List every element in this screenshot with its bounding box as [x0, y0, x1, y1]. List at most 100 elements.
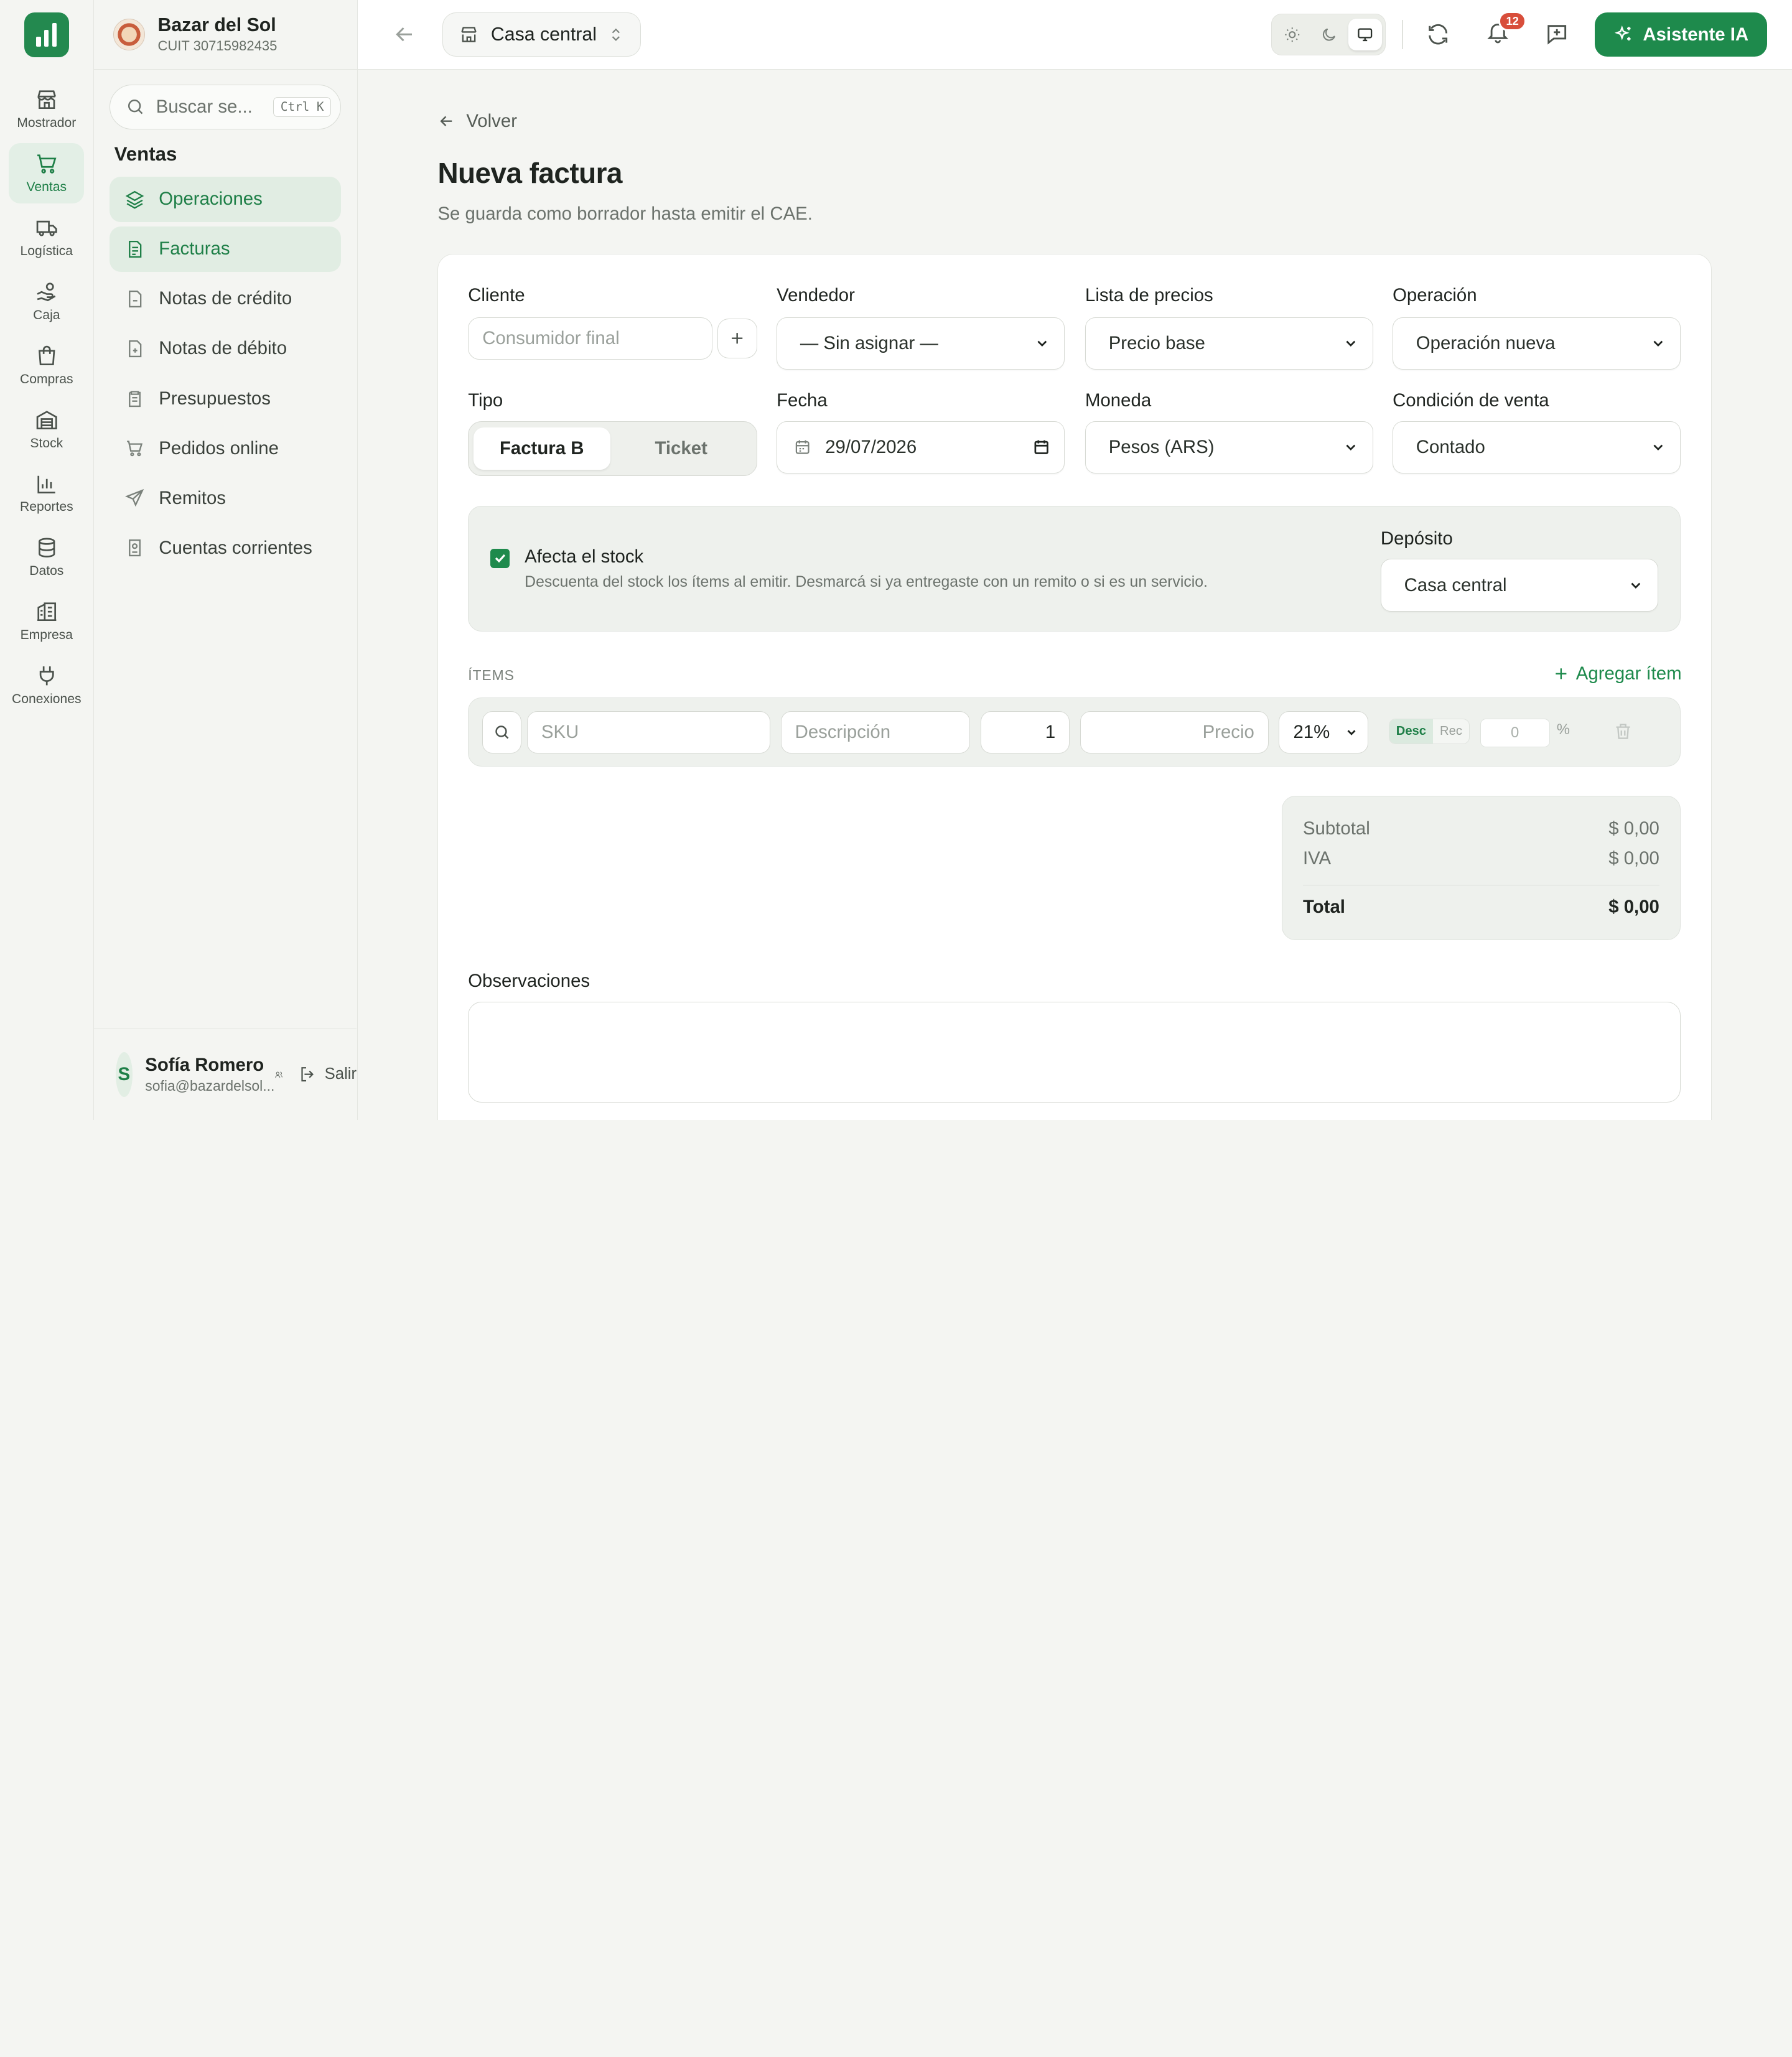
- afecta-stock-checkbox[interactable]: [490, 548, 510, 568]
- check-icon: [495, 554, 505, 563]
- rail-item-datos[interactable]: Datos: [9, 527, 84, 587]
- sidebar-item-remitos[interactable]: Remitos: [110, 475, 341, 521]
- rail-item-label: Ventas: [26, 180, 67, 195]
- cart-icon: [37, 154, 57, 174]
- rail-item-compras[interactable]: Compras: [9, 335, 84, 395]
- back-label: Volver: [466, 111, 517, 132]
- clipboard-icon: [129, 391, 141, 408]
- rail-item-mostrador[interactable]: Mostrador: [9, 79, 84, 139]
- total-value: $ 0,00: [1608, 897, 1659, 918]
- bar-chart-icon: [37, 475, 55, 493]
- calendar-picker-icon[interactable]: [1032, 438, 1050, 456]
- topbar: Casa central 12 Asistente IA: [357, 0, 1792, 70]
- item-search-button[interactable]: [482, 711, 521, 753]
- sidebar-item-notas-credito[interactable]: Notas de crédito: [110, 276, 341, 322]
- cash-hand-icon: [37, 282, 55, 302]
- sparkles-icon: [1614, 25, 1631, 41]
- vendedor-select[interactable]: — Sin asignar —: [777, 317, 1065, 370]
- rail-item-label: Datos: [29, 564, 64, 579]
- database-icon: [38, 538, 55, 558]
- search-input[interactable]: Buscar se... Ctrl K: [110, 84, 342, 129]
- sidebar-item-cuentas-corrientes[interactable]: Cuentas corrientes: [110, 525, 341, 571]
- back-link[interactable]: Volver: [437, 111, 1712, 132]
- sidebar-item-operaciones[interactable]: Operaciones: [110, 176, 342, 222]
- org-logo: [113, 18, 146, 51]
- storefront-icon: [37, 90, 56, 110]
- rail-item-stock[interactable]: Stock: [9, 399, 84, 459]
- item-discount-input[interactable]: 0: [1480, 719, 1550, 748]
- message-plus-icon[interactable]: [1544, 22, 1569, 47]
- rail-item-ventas[interactable]: Ventas: [9, 142, 85, 203]
- item-description-input[interactable]: Descripción: [780, 711, 971, 753]
- user-name: Sofía Romero: [145, 1054, 264, 1075]
- sidebar-item-pedidos-online[interactable]: Pedidos online: [110, 426, 341, 471]
- avatar[interactable]: S: [115, 1052, 133, 1097]
- subtotal-value: $ 0,00: [1608, 818, 1659, 839]
- chevron-down-icon: [1037, 340, 1047, 347]
- condicion-label: Condición de venta: [1393, 390, 1549, 411]
- moon-icon: [1322, 28, 1335, 41]
- observaciones-textarea[interactable]: [468, 1001, 1681, 1103]
- rail-item-caja[interactable]: Caja: [9, 271, 84, 331]
- moneda-select[interactable]: Pesos (ARS): [1085, 421, 1373, 474]
- item-sku-input[interactable]: SKU: [526, 711, 771, 753]
- cliente-label: Cliente: [468, 285, 525, 306]
- rail-item-label: Mostrador: [17, 116, 77, 131]
- trash-icon[interactable]: [1613, 721, 1633, 742]
- tipo-segmented-control: Factura B Ticket: [468, 421, 757, 477]
- lista-precios-select[interactable]: Precio base: [1085, 317, 1373, 370]
- add-item-button[interactable]: Agregar ítem: [1553, 663, 1682, 684]
- arrow-left-icon[interactable]: [392, 22, 417, 47]
- rail-item-logistica[interactable]: Logística: [9, 207, 84, 267]
- section-title: Ventas: [114, 142, 177, 165]
- branch-selector[interactable]: Casa central: [442, 12, 641, 57]
- sidebar-item-label: Operaciones: [159, 189, 263, 210]
- fecha-label: Fecha: [777, 390, 828, 411]
- theme-dark-button[interactable]: [1312, 19, 1345, 50]
- sidebar-item-notas-debito[interactable]: Notas de débito: [110, 326, 341, 371]
- discount-surcharge-toggle: Desc Rec: [1388, 719, 1470, 744]
- cliente-input[interactable]: Consumidor final: [468, 317, 713, 360]
- rail-item-reportes[interactable]: Reportes: [9, 463, 84, 523]
- operacion-value: Operación nueva: [1416, 332, 1556, 353]
- main-area: Casa central 12 Asistente IA Volver Nuev…: [357, 0, 1792, 1120]
- warehouse-icon: [36, 410, 57, 429]
- condicion-select[interactable]: Contado: [1393, 421, 1681, 474]
- page-subtitle: Se guarda como borrador hasta emitir el …: [437, 203, 813, 224]
- deposito-select[interactable]: Casa central: [1380, 559, 1659, 612]
- fecha-input[interactable]: 29/07/2026: [777, 421, 1065, 474]
- item-iva-select[interactable]: 21%: [1279, 711, 1368, 753]
- ai-assistant-label: Asistente IA: [1643, 24, 1749, 45]
- org-header[interactable]: Bazar del Sol CUIT 30715982435: [93, 0, 357, 70]
- chevron-down-icon: [1346, 444, 1356, 451]
- theme-light-button[interactable]: [1276, 19, 1309, 50]
- chevron-down-icon: [1347, 729, 1356, 735]
- user-email: sofia@bazardelsol...: [145, 1078, 275, 1094]
- sidebar-item-presupuestos[interactable]: Presupuestos: [110, 376, 341, 421]
- tipo-factura-b[interactable]: Factura B: [473, 427, 610, 470]
- users-icon[interactable]: [274, 1063, 283, 1086]
- ai-assistant-button[interactable]: Asistente IA: [1595, 12, 1767, 57]
- surcharge-option[interactable]: Rec: [1433, 719, 1469, 743]
- tipo-ticket[interactable]: Ticket: [610, 427, 752, 470]
- logout-button[interactable]: Salir: [298, 1065, 357, 1084]
- theme-system-button[interactable]: [1348, 18, 1382, 51]
- app-logo-icon[interactable]: [24, 12, 69, 57]
- operacion-select[interactable]: Operación nueva: [1393, 317, 1681, 370]
- refresh-icon[interactable]: [1426, 22, 1450, 47]
- add-client-button[interactable]: [717, 318, 757, 358]
- item-quantity-input[interactable]: 1: [981, 711, 1070, 753]
- plug-icon: [39, 666, 54, 686]
- discount-option[interactable]: Desc: [1389, 719, 1434, 744]
- rail-item-conexiones[interactable]: Conexiones: [9, 655, 84, 715]
- rail-item-empresa[interactable]: Empresa: [9, 590, 84, 651]
- sidebar-item-facturas[interactable]: Facturas: [110, 226, 342, 272]
- notifications-button[interactable]: 12: [1485, 11, 1527, 49]
- item-price-input[interactable]: Precio: [1080, 711, 1269, 753]
- moneda-label: Moneda: [1085, 390, 1152, 411]
- item-row: SKU Descripción 1 Precio 21% Desc Rec 0 …: [468, 697, 1681, 767]
- send-icon: [125, 489, 144, 507]
- notification-count-badge: 12: [1498, 11, 1527, 32]
- truck-icon: [36, 220, 57, 236]
- sidebar-nav: Operaciones Facturas Notas de crédito No…: [110, 176, 342, 571]
